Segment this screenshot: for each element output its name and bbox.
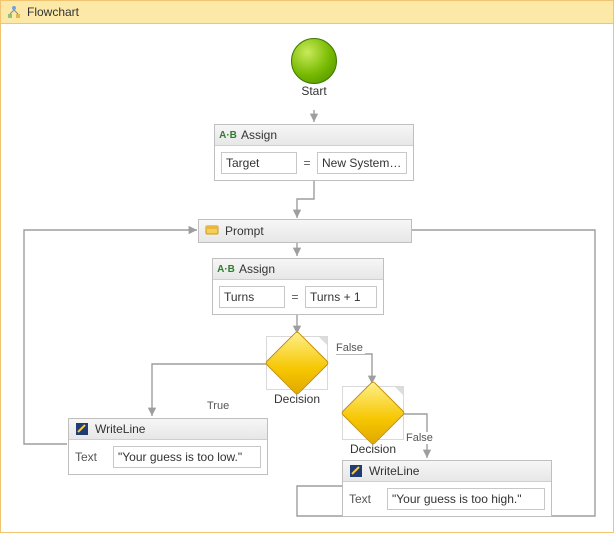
diamond-icon: [350, 390, 396, 436]
assign-icon: A·B: [219, 262, 233, 276]
edge-label-false: False: [404, 432, 435, 444]
start-orb-icon: [291, 38, 337, 84]
assign-icon: A·B: [221, 128, 235, 142]
assign-value-field[interactable]: New System.Randc: [317, 152, 407, 174]
assign-to-field[interactable]: Turns: [219, 286, 285, 308]
activity-header: WriteLine: [69, 419, 267, 440]
writeline-low-activity[interactable]: WriteLine Text "Your guess is too low.": [68, 418, 268, 475]
edge-label-true: True: [205, 400, 231, 412]
decision-node-1[interactable]: Decision: [266, 336, 328, 406]
designer-titlebar: Flowchart: [1, 1, 613, 24]
assign-to-field[interactable]: Target: [221, 152, 297, 174]
text-field[interactable]: "Your guess is too high.": [387, 488, 545, 510]
prompt-title: Prompt: [225, 224, 264, 238]
fold-icon: [319, 337, 327, 345]
text-field[interactable]: "Your guess is too low.": [113, 446, 261, 468]
writeline-icon: [349, 464, 363, 478]
diamond-icon: [274, 340, 320, 386]
equals-label: =: [301, 156, 313, 170]
decision-label: Decision: [266, 392, 328, 406]
assign-target-activity[interactable]: A·B Assign Target = New System.Randc: [214, 124, 414, 181]
text-label: Text: [75, 450, 105, 464]
activity-title: WriteLine: [95, 422, 145, 436]
decision-node-2[interactable]: Decision: [342, 386, 404, 456]
fold-icon: [395, 387, 403, 395]
flowchart-icon: [7, 5, 21, 19]
writeline-high-activity[interactable]: WriteLine Text "Your guess is too high.": [342, 460, 552, 517]
writeline-icon: [75, 422, 89, 436]
activity-title: Assign: [241, 128, 277, 142]
assign-value-field[interactable]: Turns + 1: [305, 286, 377, 308]
activity-header: A·B Assign: [213, 259, 383, 280]
prompt-activity[interactable]: Prompt: [198, 219, 412, 243]
equals-label: =: [289, 290, 301, 304]
start-node[interactable]: Start: [284, 38, 344, 110]
activity-header: WriteLine: [343, 461, 551, 482]
edge-label-false: False: [334, 342, 365, 354]
flowchart-designer: Flowchart Start A·B: [0, 0, 614, 533]
activity-title: WriteLine: [369, 464, 419, 478]
decision-label: Decision: [342, 442, 404, 456]
start-label: Start: [284, 84, 344, 98]
text-label: Text: [349, 492, 379, 506]
designer-title: Flowchart: [27, 5, 79, 19]
activity-title: Assign: [239, 262, 275, 276]
canvas[interactable]: Start A·B Assign Target = New System.Ran…: [2, 24, 612, 531]
prompt-icon: [205, 223, 219, 240]
activity-header: A·B Assign: [215, 125, 413, 146]
assign-turns-activity[interactable]: A·B Assign Turns = Turns + 1: [212, 258, 384, 315]
